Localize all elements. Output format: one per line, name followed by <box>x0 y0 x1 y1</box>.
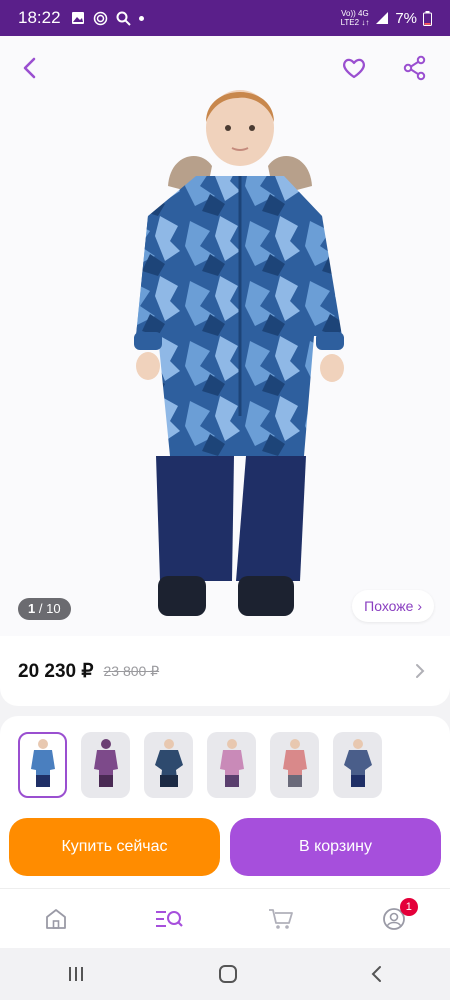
recent-apps-icon[interactable] <box>66 965 86 983</box>
add-to-cart-button[interactable]: В корзину <box>230 818 441 876</box>
notification-badge: 1 <box>399 897 418 916</box>
variant-thumbnail-pink[interactable] <box>207 732 256 798</box>
network-indicator: Vo)) 4G LTE2 ↓↑ <box>340 9 370 27</box>
status-time: 18:22 <box>18 8 61 27</box>
notification-dot-icon <box>138 15 144 21</box>
home-icon <box>46 908 67 929</box>
status-bar: 18:22 Vo)) 4G LTE2 ↓↑ 7% <box>0 0 450 36</box>
home-button-icon[interactable] <box>218 964 238 984</box>
price-section[interactable]: 20 230 ₽ 23 800 ₽ <box>0 636 450 706</box>
shopping-cart-icon <box>269 908 294 929</box>
color-variants <box>0 716 450 816</box>
tab-profile[interactable]: 1 <box>364 894 424 944</box>
system-navigation-bar <box>0 948 450 1000</box>
snowsuit-icon <box>282 739 307 787</box>
tab-catalog[interactable] <box>139 894 199 944</box>
variant-thumbnail-coral[interactable] <box>270 732 319 798</box>
gallery-icon <box>71 12 84 24</box>
snowsuit-icon <box>30 739 55 787</box>
old-price: 23 800 ₽ <box>103 662 160 679</box>
similar-products-button[interactable]: Похоже › <box>352 590 434 622</box>
target-icon <box>93 11 107 25</box>
catalog-search-icon <box>155 910 183 927</box>
battery-percent: 7% <box>395 9 417 27</box>
bottom-tab-bar: 1 <box>0 888 450 948</box>
tab-cart[interactable] <box>251 894 311 944</box>
variant-thumbnail-navy[interactable] <box>144 732 193 798</box>
snowsuit-icon <box>93 739 118 787</box>
system-back-icon[interactable] <box>370 964 384 984</box>
snowsuit-icon <box>343 739 372 787</box>
chevron-right-icon[interactable] <box>414 662 426 680</box>
variant-thumbnail-dark-blue[interactable] <box>333 732 382 798</box>
snowsuit-icon <box>154 739 183 787</box>
current-price: 20 230 ₽ <box>18 660 94 682</box>
battery-icon <box>423 10 432 26</box>
image-counter: 1 / 10 <box>18 598 71 620</box>
snowsuit-icon <box>219 739 244 787</box>
product-image-gallery[interactable]: 1 / 10 Похоже › <box>0 36 450 636</box>
tab-home[interactable] <box>26 894 86 944</box>
variant-thumbnail-blue[interactable] <box>18 732 67 798</box>
purchase-actions: Купить сейчас В корзину <box>0 806 450 888</box>
search-icon <box>116 11 131 26</box>
product-photo <box>134 90 344 616</box>
variant-thumbnail-purple[interactable] <box>81 732 130 798</box>
buy-now-button[interactable]: Купить сейчас <box>9 818 220 876</box>
signal-icon <box>376 12 389 24</box>
